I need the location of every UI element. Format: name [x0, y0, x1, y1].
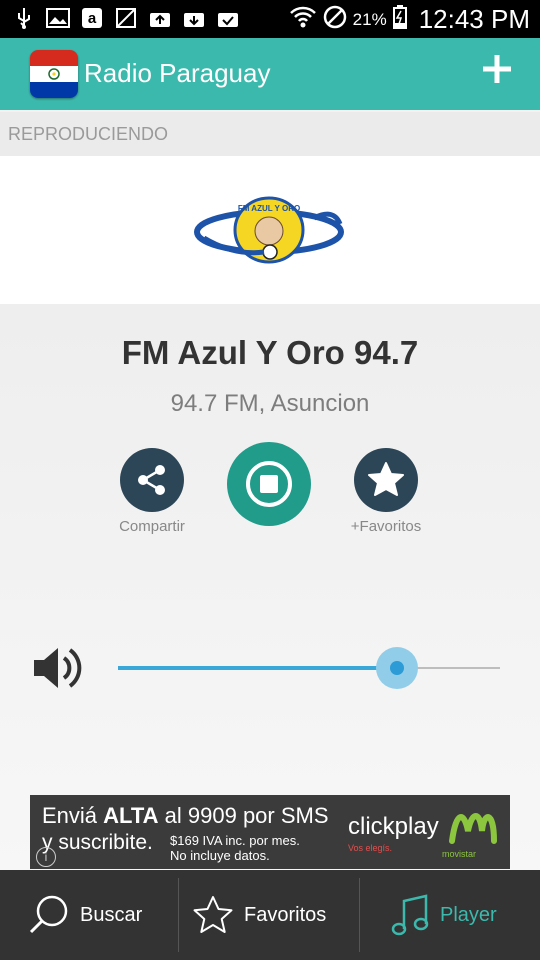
star-icon: [193, 896, 233, 933]
player-panel: FM Azul Y Oro 94.7 94.7 FM, Asuncion Com…: [0, 304, 540, 870]
stop-icon: [246, 461, 292, 507]
ad-line1: Enviá ALTA al 9909 por SMS: [42, 803, 329, 829]
favorite-label: +Favoritos: [350, 518, 422, 535]
star-badge-icon: [368, 462, 404, 496]
now-playing-label: REPRODUCIENDO: [0, 112, 540, 156]
amazon-icon: a: [80, 6, 104, 30]
share-label: Compartir: [119, 518, 185, 535]
ad-brand-sub: Vos elegís.: [348, 843, 393, 853]
station-subtitle: 94.7 FM, Asuncion: [170, 390, 370, 417]
nav-divider: [178, 878, 179, 952]
briefcase-check-icon: [216, 6, 240, 30]
app-bar: Radio Paraguay: [0, 38, 540, 110]
volume-thumb[interactable]: [390, 661, 404, 675]
add-favorite-button[interactable]: [354, 448, 418, 512]
stop-button[interactable]: [227, 442, 311, 526]
paraguay-flag-icon: [30, 50, 78, 98]
music-note-icon: [391, 894, 429, 936]
share-button[interactable]: [120, 448, 184, 512]
plus-icon[interactable]: [480, 52, 514, 86]
status-bar: a 21% 12:43 PM: [0, 0, 540, 38]
notification-icons: a: [12, 6, 240, 30]
status-right: 21% 12:43 PM: [289, 4, 530, 35]
station-name: FM Azul Y Oro 94.7: [121, 334, 419, 371]
nav-player[interactable]: Player: [390, 870, 497, 960]
nav-player-label: Player: [440, 903, 497, 926]
search-icon: [29, 895, 68, 934]
station-logo-area: FM AZUL Y ORO: [0, 156, 540, 304]
nav-favorites-label: Favoritos: [244, 903, 327, 926]
nav-search[interactable]: Buscar: [28, 870, 142, 960]
ad-price-line1: $169 IVA inc. por mes.: [170, 833, 300, 848]
app-title: Radio Paraguay: [84, 58, 271, 88]
ad-price-line2: No incluye datos.: [170, 848, 270, 863]
battery-percent: 21%: [352, 9, 387, 29]
logo-text: FM AZUL Y ORO: [238, 204, 300, 213]
svg-text:a: a: [88, 10, 97, 27]
ad-info-icon[interactable]: i: [36, 847, 56, 867]
clock: 12:43 PM: [418, 4, 530, 34]
ad-line1-post: al 9909 por SMS: [158, 803, 329, 828]
nav-divider: [359, 878, 360, 952]
volume-icon: [30, 642, 88, 694]
ad-price: $169 IVA inc. por mes. No incluye datos.: [170, 833, 300, 863]
ad-line1-bold: ALTA: [103, 803, 159, 828]
do-not-disturb-icon: [323, 5, 347, 34]
volume-slider[interactable]: [118, 647, 500, 689]
battery-charging-icon: [392, 5, 407, 34]
nav-search-label: Buscar: [80, 903, 143, 926]
briefcase-download-icon: [182, 6, 206, 30]
image-icon: [46, 6, 70, 30]
ad-banner[interactable]: Enviá ALTA al 9909 por SMS y suscribite.…: [30, 795, 510, 869]
movistar-logo-icon: [448, 807, 498, 852]
volume-slider-fill: [118, 666, 397, 670]
ad-brand: clickplay: [348, 813, 439, 840]
signal-off-icon: [114, 6, 138, 30]
bottom-nav: Buscar Favoritos Player: [0, 870, 540, 960]
ad-brand2: movistar: [442, 849, 477, 859]
share-icon: [138, 465, 165, 495]
briefcase-upload-icon: [148, 6, 172, 30]
usb-icon: [12, 6, 36, 30]
station-logo: FM AZUL Y ORO: [194, 194, 344, 266]
wifi-icon: [289, 5, 317, 34]
nav-favorites[interactable]: Favoritos: [192, 870, 326, 960]
ad-line2: y suscribite.: [42, 831, 153, 854]
ad-line1-pre: Enviá: [42, 803, 104, 828]
